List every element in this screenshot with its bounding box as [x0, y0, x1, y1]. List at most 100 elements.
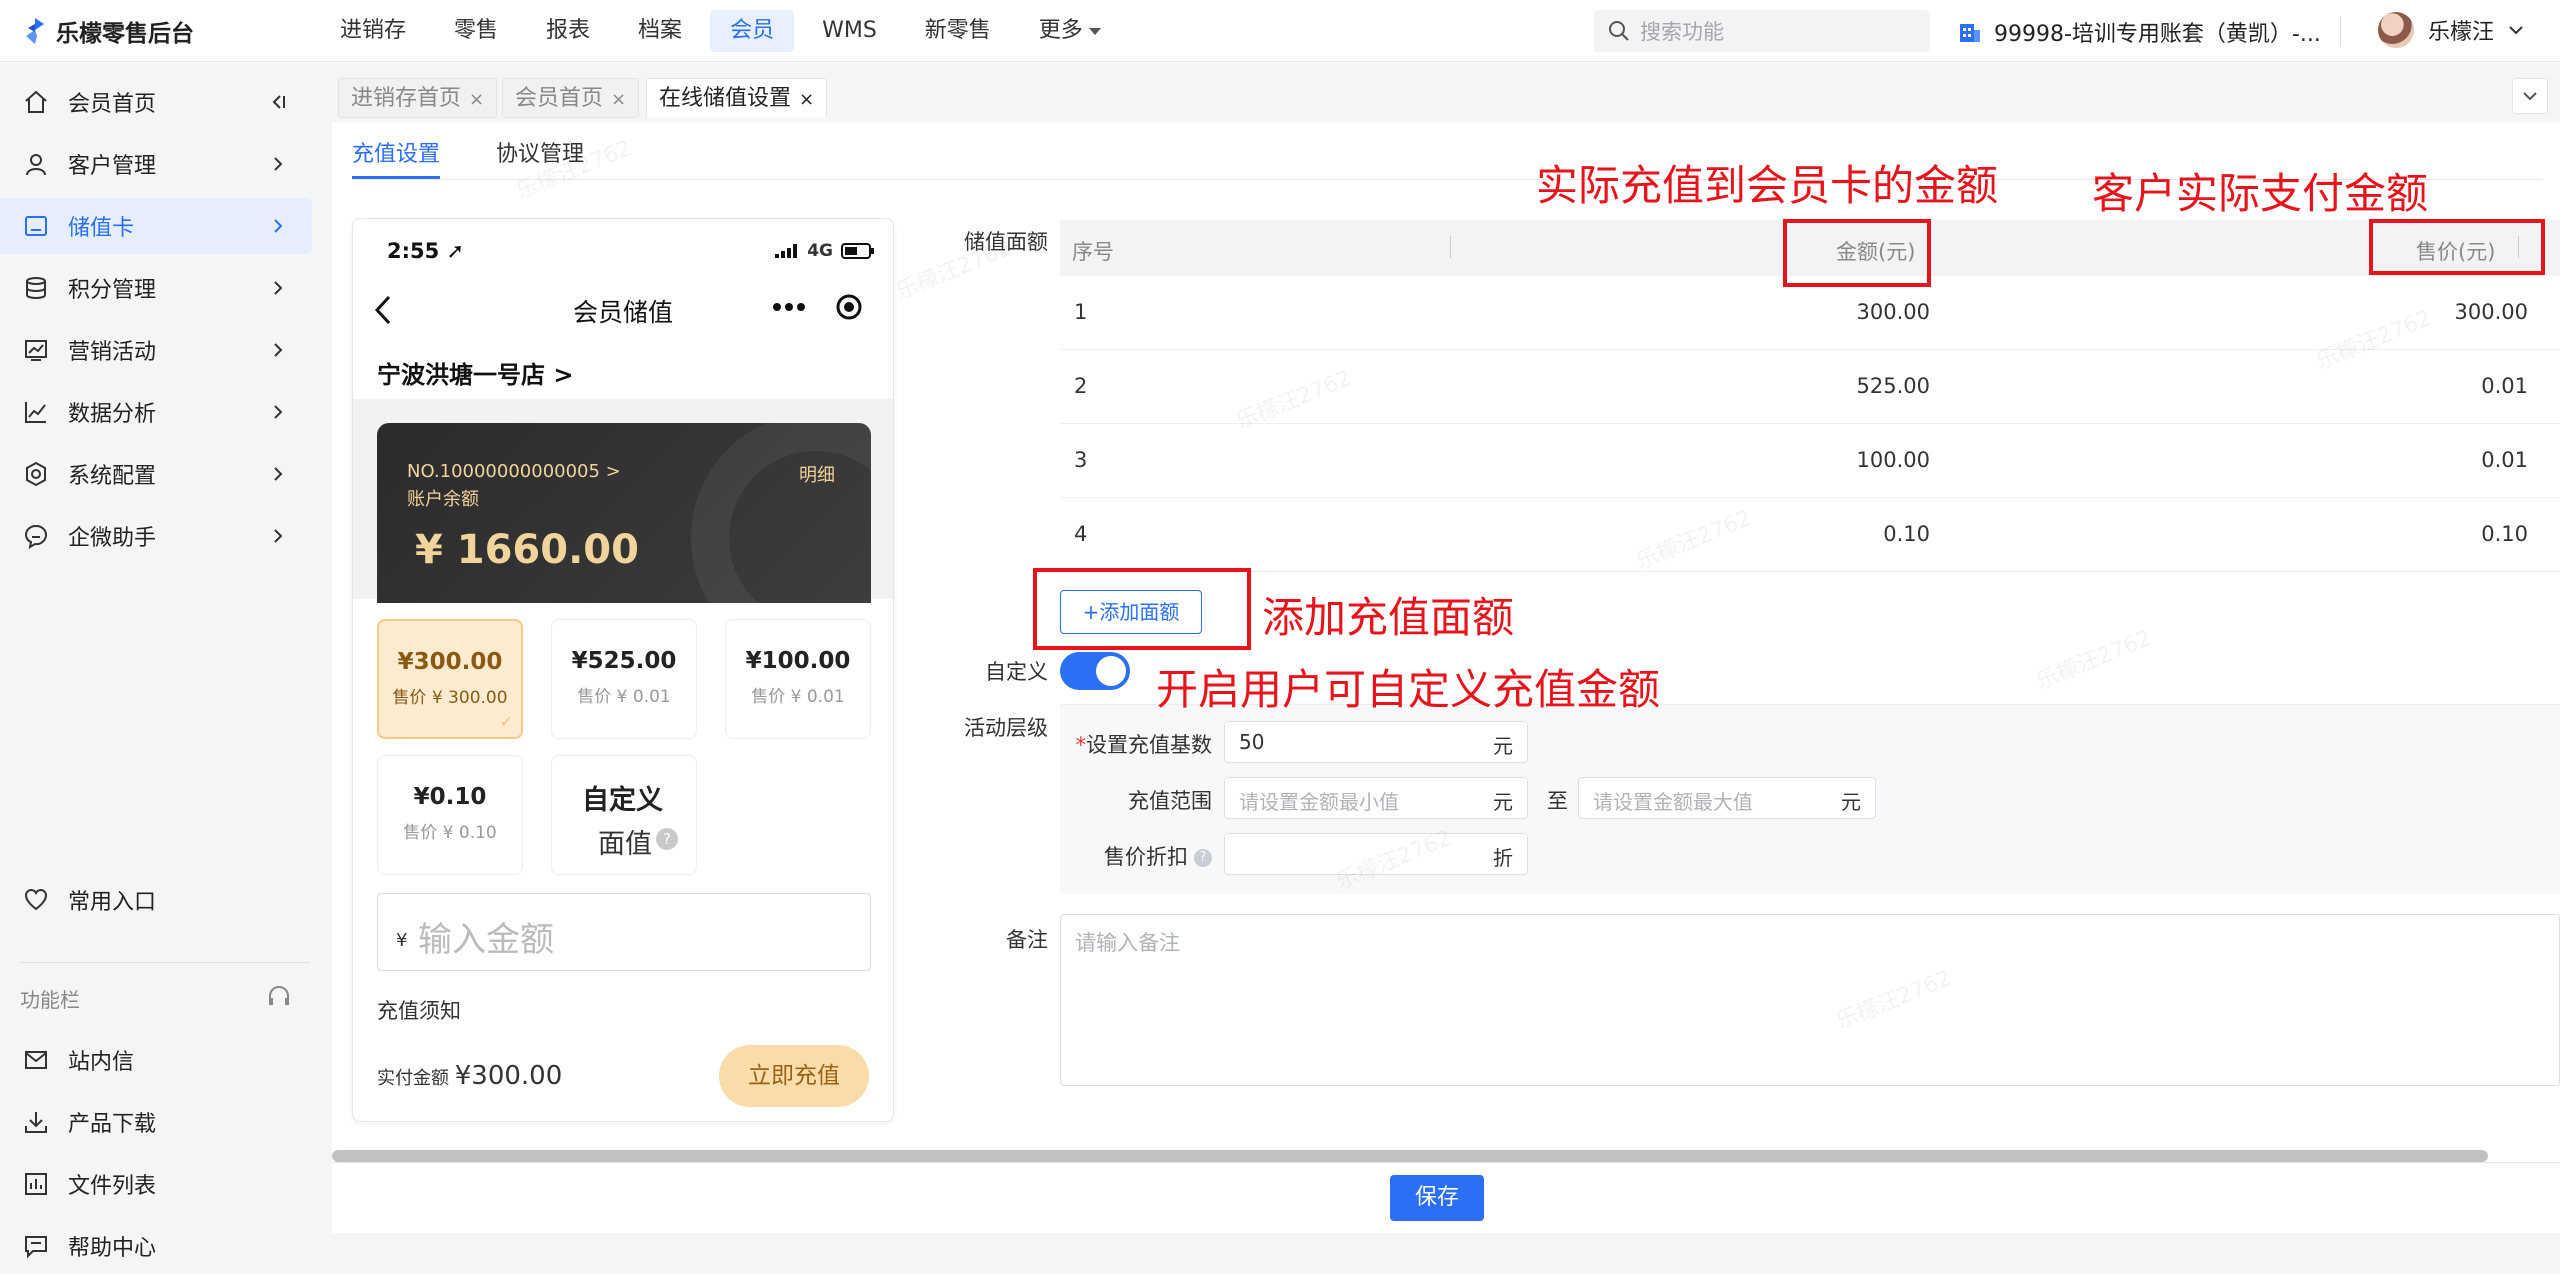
nav-item-new-retail[interactable]: 新零售: [905, 10, 1011, 52]
sidebar-item-common-entries[interactable]: 常用入口: [0, 872, 312, 928]
card-detail-link[interactable]: 明细: [799, 461, 835, 487]
nav-item-retail[interactable]: 零售: [434, 10, 518, 52]
sidebar-item-label: 积分管理: [68, 278, 157, 303]
table-row[interactable]: 3 100.00 0.01: [1060, 424, 2560, 498]
top-bar: 乐檬零售后台 进销存 零售 报表 档案 会员 WMS 新零售 更多 搜索功能 9…: [0, 0, 2560, 62]
account-name: 99998-培训专用账套（黄凯）-...: [1994, 22, 2321, 47]
sidebar-item-customers[interactable]: 客户管理: [0, 136, 312, 192]
tab-online-stored-value[interactable]: 在线储值设置 ×: [646, 78, 828, 118]
subtab-agreement[interactable]: 协议管理: [496, 136, 584, 179]
unit-discount: 折: [1493, 846, 1513, 870]
pay-amount: ¥300.00: [454, 1061, 563, 1091]
close-icon[interactable]: ×: [799, 89, 814, 110]
sidebar-item-stored-value-card[interactable]: 储值卡: [0, 198, 312, 254]
option-value: ¥525.00: [571, 648, 677, 674]
card-number[interactable]: NO.10000000000005 >: [407, 461, 621, 482]
chevron-right-icon: [274, 343, 283, 357]
recharge-base-input[interactable]: 50 元: [1224, 721, 1528, 763]
tab-member-home[interactable]: 会员首页 ×: [502, 78, 640, 118]
caret-down-icon: [1088, 27, 1101, 35]
close-icon[interactable]: ×: [469, 89, 484, 110]
range-min-input[interactable]: 请设置金额最小值 元: [1224, 777, 1528, 819]
chevron-right-icon: [274, 529, 283, 543]
chevron-down-icon: [2523, 92, 2537, 101]
table-row[interactable]: 2 525.00 0.01: [1060, 350, 2560, 424]
sidebar-item-analytics[interactable]: 数据分析: [0, 384, 312, 440]
amount-input[interactable]: ¥ 输入金额: [377, 893, 871, 971]
custom-amount-toggle[interactable]: [1060, 652, 1130, 690]
table-row[interactable]: 1 300.00 300.00: [1060, 276, 2560, 350]
tab-label: 会员首页: [515, 86, 604, 111]
range-max-input[interactable]: 请设置金额最大值 元: [1578, 777, 1876, 819]
sidebar-item-label: 常用入口: [68, 890, 157, 915]
building-icon: [1960, 24, 1980, 42]
subtab-recharge-settings[interactable]: 充值设置: [352, 136, 441, 179]
sidebar-item-label: 客户管理: [68, 154, 157, 179]
collapse-sidebar-icon[interactable]: [268, 92, 288, 112]
account-switcher[interactable]: 99998-培训专用账套（黄凯）-...: [1958, 16, 2321, 48]
column-resizer[interactable]: [1450, 236, 1451, 258]
range-to-label: 至: [1547, 789, 1568, 813]
sidebar-item-file-list[interactable]: 文件列表: [0, 1156, 312, 1212]
nav-item-member[interactable]: 会员: [710, 10, 795, 52]
range-label: 充值范围: [1128, 789, 1212, 813]
sidebar-item-system-config[interactable]: 系统配置: [0, 446, 312, 502]
recharge-now-button[interactable]: 立即充值: [719, 1045, 869, 1107]
currency-symbol: ¥: [396, 930, 408, 951]
recharge-option[interactable]: ¥525.00 售价 ¥ 0.01: [551, 619, 697, 739]
recharge-option[interactable]: ¥300.00 售价 ¥ 300.00 ✓: [377, 619, 523, 739]
custom-amount-option[interactable]: 自定义 面值 ?: [551, 755, 697, 875]
file-list-icon: [22, 1170, 50, 1198]
headset-icon[interactable]: [266, 984, 292, 1010]
network-label: 4G: [807, 241, 833, 261]
search-input[interactable]: 搜索功能: [1594, 10, 1930, 52]
remark-textarea[interactable]: 请输入备注: [1060, 914, 2560, 1086]
nav-item-inventory[interactable]: 进销存: [320, 10, 426, 52]
annotation-box-amount: [1783, 219, 1931, 287]
save-button[interactable]: 保存: [1390, 1175, 1484, 1221]
recharge-option[interactable]: ¥0.10 售价 ¥ 0.10: [377, 755, 523, 875]
pay-label: 实付金额: [377, 1068, 449, 1089]
sidebar-item-marketing[interactable]: 营销活动: [0, 322, 312, 378]
sidebar-item-inbox[interactable]: 站内信: [0, 1032, 312, 1088]
help-icon[interactable]: ?: [656, 828, 678, 850]
sidebar-divider: [20, 962, 310, 963]
nav-item-more[interactable]: 更多: [1019, 10, 1121, 52]
sidebar-item-help-center[interactable]: 帮助中心: [0, 1218, 312, 1274]
option-price: 售价 ¥ 0.01: [751, 687, 845, 707]
cell-index: 3: [1074, 448, 1088, 472]
cell-price: 0.10: [2481, 522, 2528, 546]
close-miniapp-icon[interactable]: [835, 293, 863, 321]
app-logo[interactable]: 乐檬零售后台: [22, 14, 194, 48]
sidebar-item-points[interactable]: 积分管理: [0, 260, 312, 316]
tab-inventory-home[interactable]: 进销存首页 ×: [338, 78, 498, 118]
unit-yuan: 元: [1493, 734, 1513, 758]
recharge-option[interactable]: ¥100.00 售价 ¥ 0.01: [725, 619, 871, 739]
discount-label: 售价折扣?: [1060, 841, 1212, 871]
user-menu[interactable]: 乐檬汪: [2378, 12, 2524, 48]
sidebar-item-label: 文件列表: [68, 1174, 157, 1199]
discount-input[interactable]: 折: [1224, 833, 1528, 875]
chart-icon: [22, 336, 50, 364]
chevron-right-icon: [274, 405, 283, 419]
sidebar-item-wecom-assistant[interactable]: 企微助手: [0, 508, 312, 564]
nav-item-wms[interactable]: WMS: [802, 10, 897, 52]
table-row[interactable]: 4 0.10 0.10: [1060, 498, 2560, 572]
horizontal-scrollbar[interactable]: [332, 1150, 2488, 1162]
sidebar-item-download[interactable]: 产品下载: [0, 1094, 312, 1150]
time-text: 2:55: [387, 239, 440, 263]
tabs-dropdown-button[interactable]: [2512, 78, 2548, 114]
sidebar-item-member-home[interactable]: 会员首页: [0, 74, 312, 130]
nav-item-archive[interactable]: 档案: [618, 10, 702, 52]
nav-item-reports[interactable]: 报表: [526, 10, 610, 52]
store-selector[interactable]: 宁波洪塘一号店 >: [377, 355, 573, 390]
help-icon[interactable]: ?: [1194, 849, 1212, 867]
page-tabs: 进销存首页 × 会员首页 × 在线储值设置 ×: [332, 70, 2560, 122]
close-icon[interactable]: ×: [611, 89, 626, 110]
recharge-notice-link[interactable]: 充值须知: [377, 995, 461, 1025]
more-dots-icon[interactable]: [772, 302, 806, 312]
analytics-icon: [22, 398, 50, 426]
sidebar: 会员首页 客户管理 储值卡 积分管理 营销活动 数据分析 系统配置 企微助手 常…: [0, 62, 332, 1261]
sidebar-item-label: 营销活动: [68, 340, 157, 365]
phone-status-icons: 4G: [775, 241, 875, 261]
